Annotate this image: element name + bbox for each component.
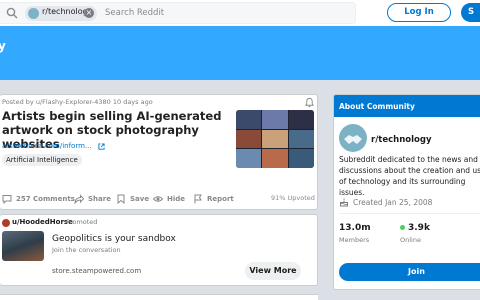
promo-thumbnail[interactable]: [2, 231, 44, 261]
post-thumbnail[interactable]: [236, 110, 314, 168]
thumbnail-tile: [262, 129, 288, 149]
post-link[interactable]: arstechnica.com/inform...: [2, 142, 105, 150]
join-button[interactable]: Join: [339, 263, 480, 281]
search-icon: [6, 7, 18, 19]
community-description: Subreddit dedicated to the news and disc…: [339, 155, 480, 197]
community-icon: [339, 124, 367, 152]
flag-icon: [194, 194, 202, 204]
share-button[interactable]: Share: [74, 192, 111, 206]
thumbnail-tile: [262, 110, 288, 129]
online-count: 3.9k: [400, 223, 430, 233]
created-label: Created Jan 25, 2008: [353, 197, 433, 207]
community-name[interactable]: r/technology: [371, 135, 431, 145]
hide-label: Hide: [167, 195, 186, 203]
comments-button[interactable]: 257 Comments: [2, 192, 75, 206]
report-label: Report: [207, 195, 234, 203]
thumbnail-tile: [288, 110, 314, 129]
promo-domain[interactable]: store.steampowered.com: [52, 267, 141, 275]
online-value: 3.9k: [408, 223, 430, 233]
handshake-icon: [344, 135, 362, 144]
bookmark-icon: [117, 194, 125, 204]
external-link-icon: [98, 142, 105, 150]
hide-button[interactable]: Hide: [153, 192, 185, 206]
report-button[interactable]: Report: [193, 192, 234, 206]
bell-icon[interactable]: [304, 97, 315, 108]
upvote-ratio: 91% Upvoted: [271, 194, 315, 202]
post-link-text[interactable]: arstechnica.com/inform...: [2, 142, 92, 150]
promoted-post-card[interactable]: u/HoodedHorse · Promoted Geopolitics is …: [0, 214, 318, 286]
online-dot-icon: [400, 225, 405, 230]
members-count: 13.0m: [339, 223, 371, 233]
login-button[interactable]: Log In: [387, 3, 451, 22]
comment-icon: [2, 195, 12, 204]
promo-title[interactable]: Geopolitics is your sandbox: [52, 234, 176, 244]
thumbnail-tile: [262, 149, 288, 168]
close-icon[interactable]: ×: [84, 8, 94, 18]
post-actions: 257 Comments Share Save Hide Report 91% …: [0, 192, 316, 206]
eye-icon: [153, 196, 163, 202]
search-placeholder: Search Reddit: [105, 8, 165, 18]
online-label: Online: [400, 236, 421, 244]
banner-title: y: [0, 39, 6, 53]
post-flair[interactable]: Artificial Intelligence: [2, 154, 82, 166]
signup-button[interactable]: S: [461, 3, 480, 22]
post-card[interactable]: Posted by u/Flashy-Explorer-4380 10 days…: [0, 94, 318, 210]
comments-label: 257 Comments: [16, 195, 75, 203]
share-label: Share: [88, 195, 111, 203]
cake-icon: [340, 198, 348, 207]
members-label: Members: [339, 236, 370, 244]
share-icon: [74, 194, 84, 204]
next-post-edge: [0, 294, 318, 300]
save-button[interactable]: Save: [116, 192, 149, 206]
subreddit-filter-chip[interactable]: r/technology ×: [25, 6, 97, 21]
avatar: [2, 219, 10, 227]
created-date: Created Jan 25, 2008: [339, 197, 432, 207]
divider: [339, 213, 480, 214]
thumbnail-tile: [236, 149, 262, 168]
about-header: About Community: [334, 95, 480, 117]
thumbnail-tile: [236, 110, 262, 129]
save-label: Save: [130, 195, 150, 203]
promo-subtitle: Join the conversation: [52, 246, 121, 254]
about-community-panel: About Community r/technology Subreddit d…: [333, 94, 480, 290]
post-meta: Posted by u/Flashy-Explorer-4380 10 days…: [2, 98, 153, 106]
view-more-button[interactable]: View More: [245, 262, 301, 280]
subreddit-icon: [28, 8, 39, 19]
search-input[interactable]: r/technology × Search Reddit: [0, 2, 356, 24]
top-header: r/technology × Search Reddit Log In S: [0, 0, 480, 26]
about-title: About Community: [339, 102, 415, 111]
thumbnail-tile: [236, 129, 262, 149]
thumbnail-tile: [288, 129, 314, 149]
promoted-tag: · Promoted: [62, 218, 98, 226]
thumbnail-tile: [288, 149, 314, 168]
community-banner: y: [0, 26, 480, 80]
